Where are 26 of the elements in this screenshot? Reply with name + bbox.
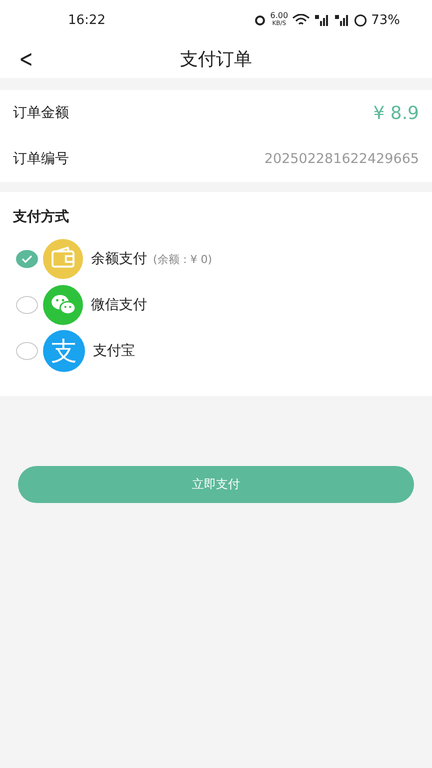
amount-value: ¥ 8.9 xyxy=(373,102,419,124)
radio-button[interactable] xyxy=(16,250,38,268)
balance-note: (余额：¥ 0) xyxy=(153,252,212,266)
radio-button[interactable] xyxy=(16,342,38,360)
chat-bubbles-icon xyxy=(43,285,83,325)
row-label: 订单金额 xyxy=(13,104,69,122)
back-button[interactable]: < xyxy=(19,45,34,73)
section-title: 支付方式 xyxy=(12,208,69,226)
row-label: 订单编号 xyxy=(13,150,69,168)
signal-icon xyxy=(314,14,330,26)
alipay-logo-icon: 支 xyxy=(43,330,85,372)
wallet-icon xyxy=(43,239,83,279)
method-name[interactable]: 支付宝 xyxy=(93,342,135,360)
order-number: 202502281622429665 xyxy=(264,151,419,167)
page-title: 支付订单 xyxy=(180,48,252,71)
alarm-icon xyxy=(254,14,266,26)
radio-button[interactable] xyxy=(16,296,38,314)
method-name[interactable]: 余额支付 xyxy=(91,250,147,268)
method-name[interactable]: 微信支付 xyxy=(91,296,147,314)
battery-level: 73% xyxy=(371,12,400,28)
network-speed: 6.00 xyxy=(270,12,288,20)
wifi-icon xyxy=(292,14,310,26)
clock: 16:22 xyxy=(68,12,106,28)
check-icon xyxy=(21,254,33,264)
signal-icon xyxy=(334,14,350,26)
battery-ring-icon xyxy=(354,14,368,26)
